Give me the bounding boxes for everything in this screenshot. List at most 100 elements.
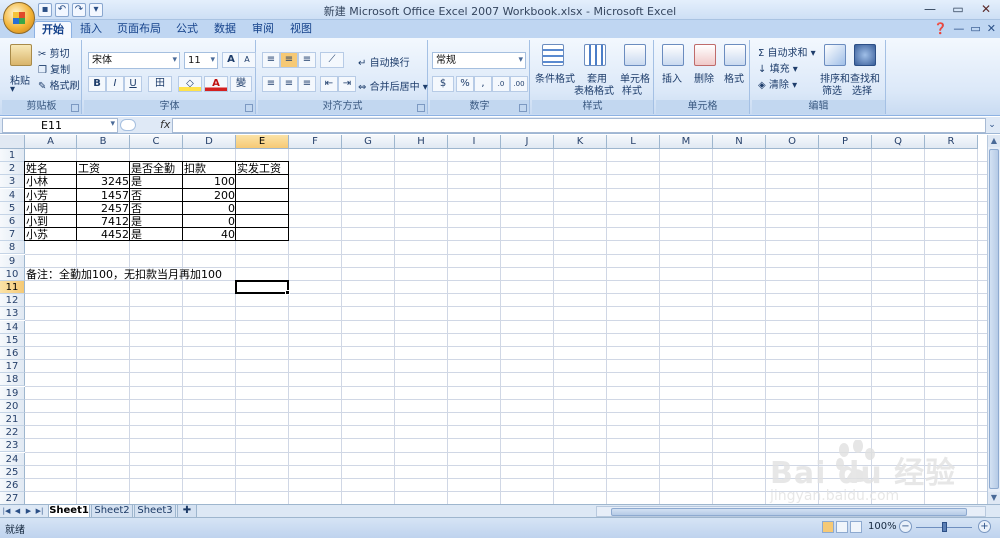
select-all-corner[interactable]	[0, 135, 25, 149]
column-header-h[interactable]: H	[395, 135, 448, 149]
ribbon-restore-icon[interactable]: ▭	[970, 22, 980, 35]
zoom-in-icon[interactable]: +	[978, 520, 991, 533]
row-header-23[interactable]: 23	[0, 439, 25, 453]
column-header-b[interactable]: B	[77, 135, 130, 149]
row-header-8[interactable]: 8	[0, 241, 25, 255]
cut-button[interactable]: ✂ 剪切	[38, 45, 70, 60]
number-launcher-icon[interactable]	[519, 104, 527, 112]
cell-c3[interactable]: 是	[130, 175, 183, 188]
cell-a3[interactable]: 小林	[25, 175, 77, 188]
horizontal-scroll-thumb[interactable]	[611, 508, 967, 516]
row-header-5[interactable]: 5	[0, 201, 25, 215]
tab-home[interactable]: 开始	[34, 21, 72, 38]
percent-button[interactable]: %	[456, 76, 474, 92]
column-header-i[interactable]: I	[448, 135, 501, 149]
row-header-22[interactable]: 22	[0, 426, 25, 440]
office-button[interactable]	[3, 2, 35, 34]
horizontal-scrollbar[interactable]	[596, 506, 986, 517]
cell-d7[interactable]: 40	[183, 228, 236, 241]
normal-view-icon[interactable]	[822, 521, 834, 533]
cell-a10[interactable]: 备注：全勤加100，无扣款当月再加100	[25, 268, 222, 281]
decrease-indent-button[interactable]: ⇤	[320, 76, 338, 92]
maximize-button[interactable]: ▭	[944, 0, 972, 18]
cell-c2[interactable]: 是否全勤	[130, 162, 183, 175]
align-middle-button[interactable]: ≡	[280, 52, 298, 68]
cell-c6[interactable]: 是	[130, 215, 183, 228]
paste-icon[interactable]	[10, 44, 32, 66]
row-header-10[interactable]: 10	[0, 267, 25, 281]
sort-filter-icon[interactable]	[824, 44, 846, 66]
column-header-d[interactable]: D	[183, 135, 236, 149]
column-header-j[interactable]: J	[501, 135, 554, 149]
column-header-f[interactable]: F	[289, 135, 342, 149]
row-header-4[interactable]: 4	[0, 188, 25, 202]
cell-d3[interactable]: 100	[183, 175, 236, 188]
decrease-decimal-button[interactable]: .00	[510, 76, 528, 92]
find-select-label-2[interactable]: 选择	[852, 82, 872, 97]
bold-button[interactable]: B	[88, 76, 106, 92]
tab-formulas[interactable]: 公式	[170, 21, 204, 38]
clear-button[interactable]: ◈ 清除 ▾	[758, 76, 797, 91]
format-table-label-2[interactable]: 表格格式	[574, 82, 614, 97]
cell-d5[interactable]: 0	[183, 202, 236, 215]
row-header-3[interactable]: 3	[0, 175, 25, 189]
format-table-icon[interactable]	[584, 44, 606, 66]
conditional-format-icon[interactable]	[542, 44, 564, 66]
merge-center-button[interactable]: ⇔ 合并后居中 ▾	[358, 78, 428, 93]
row-header-24[interactable]: 24	[0, 452, 25, 466]
page-layout-view-icon[interactable]	[836, 521, 848, 533]
last-sheet-icon[interactable]: ▶|	[35, 506, 44, 517]
name-box[interactable]: E11	[2, 118, 118, 133]
cell-b5[interactable]: 2457	[77, 202, 130, 215]
format-cells-button[interactable]: 格式	[724, 70, 744, 85]
row-header-26[interactable]: 26	[0, 479, 25, 492]
workbook-close-icon[interactable]: ✕	[987, 22, 996, 35]
column-header-p[interactable]: P	[819, 135, 872, 149]
insert-cells-icon[interactable]	[662, 44, 684, 66]
fill-button[interactable]: ↓ 填充 ▾	[758, 60, 798, 75]
first-sheet-icon[interactable]: |◀	[2, 506, 11, 517]
close-button[interactable]: ✕	[972, 0, 1000, 18]
delete-cells-icon[interactable]	[694, 44, 716, 66]
scroll-down-icon[interactable]: ▼	[988, 492, 1000, 504]
worksheet-grid[interactable]: A B C D E F G H I J K L M N O P Q R 1 2 3 4 5 6 7 8 9 10 11 12 13 14 15 1…	[0, 135, 987, 504]
column-header-e[interactable]: E	[236, 135, 289, 149]
tab-page-layout[interactable]: 页面布局	[112, 21, 166, 38]
help-icon[interactable]: ❓	[934, 22, 948, 35]
cell-a7[interactable]: 小苏	[25, 228, 77, 241]
font-size-select[interactable]: 11	[184, 52, 218, 69]
cell-c5[interactable]: 否	[130, 202, 183, 215]
zoom-level[interactable]: 100%	[868, 521, 897, 532]
align-bottom-button[interactable]: ≡	[298, 52, 316, 68]
font-name-select[interactable]: 宋体	[88, 52, 180, 69]
align-left-button[interactable]: ≡	[262, 76, 280, 92]
row-header-14[interactable]: 14	[0, 320, 25, 334]
row-header-7[interactable]: 7	[0, 228, 25, 242]
cell-d6[interactable]: 0	[183, 215, 236, 228]
sort-filter-label-2[interactable]: 筛选	[822, 82, 842, 97]
cell-a4[interactable]: 小芳	[25, 189, 77, 202]
font-color-button[interactable]: A	[204, 76, 228, 92]
row-header-9[interactable]: 9	[0, 254, 25, 268]
vertical-scrollbar[interactable]: ▲ ▼	[987, 135, 1000, 504]
expand-formula-bar-icon[interactable]: ⌄	[986, 119, 998, 131]
clipboard-launcher-icon[interactable]	[71, 104, 79, 112]
align-right-button[interactable]: ≡	[298, 76, 316, 92]
row-header-2[interactable]: 2	[0, 162, 25, 176]
column-header-a[interactable]: A	[25, 135, 77, 149]
cell-a2[interactable]: 姓名	[25, 162, 77, 175]
cell-b7[interactable]: 4452	[77, 228, 130, 241]
fill-color-button[interactable]: ◇	[178, 76, 202, 92]
active-cell-outline[interactable]	[235, 280, 289, 295]
format-painter-button[interactable]: ✎ 格式刷	[38, 77, 80, 92]
border-button[interactable]: 田	[148, 76, 172, 92]
underline-button[interactable]: U	[124, 76, 142, 92]
delete-cells-button[interactable]: 删除	[694, 70, 714, 85]
vertical-scroll-thumb[interactable]	[989, 149, 999, 489]
shrink-font-button[interactable]: A	[238, 52, 256, 68]
next-sheet-icon[interactable]: ▶	[24, 506, 33, 517]
ribbon-minimize-icon[interactable]: —	[953, 22, 964, 35]
cell-b2[interactable]: 工资	[77, 162, 130, 175]
font-launcher-icon[interactable]	[245, 104, 253, 112]
autosum-button[interactable]: Σ 自动求和 ▾	[758, 44, 816, 59]
